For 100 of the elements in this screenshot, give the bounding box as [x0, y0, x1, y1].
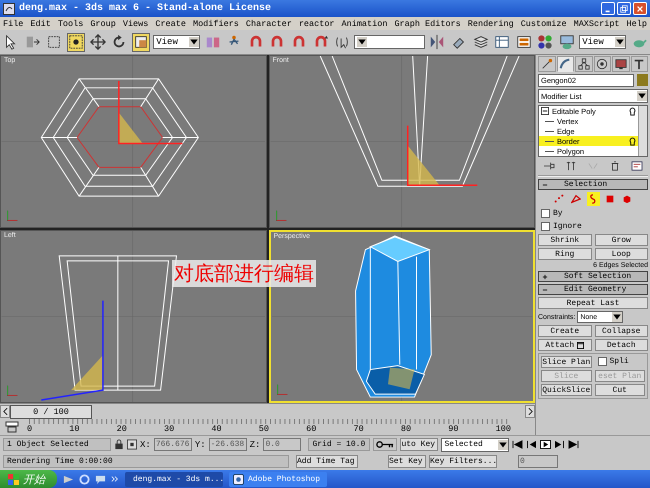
view-dropdown[interactable]: View	[153, 35, 200, 49]
media-player-icon[interactable]	[63, 474, 74, 484]
display-tab-icon[interactable]	[612, 56, 630, 72]
current-frame-field[interactable]: 0	[518, 455, 558, 468]
key-mode-dropdown[interactable]: Selected	[441, 438, 510, 452]
more-icon[interactable]	[111, 475, 119, 483]
set-key-button[interactable]: Set Key	[388, 455, 426, 468]
target-tool-icon[interactable]	[66, 32, 86, 52]
panel-button[interactable]: Create	[538, 325, 592, 337]
modify-tab-icon[interactable]	[556, 56, 574, 72]
configure-icon[interactable]	[631, 161, 643, 171]
chevron-right-icon[interactable]	[528, 407, 532, 416]
previous-key-icon[interactable]	[526, 440, 538, 449]
track-bar-icon[interactable]	[5, 420, 19, 434]
render-tool-icon[interactable]	[558, 32, 576, 52]
panel-button[interactable]: Cut	[594, 384, 645, 396]
panel-button[interactable]: Shrink	[538, 234, 592, 246]
hierarchy-tab-icon[interactable]	[575, 56, 592, 72]
timeline-ruler[interactable]: 0 10 20 30 40 50 60 70 80 90 100	[29, 419, 511, 434]
panel-button[interactable]: Loop	[594, 248, 648, 260]
checkbox[interactable]	[541, 209, 550, 218]
menu-item[interactable]: Modifiers	[192, 18, 239, 28]
pin-icon[interactable]	[543, 161, 555, 171]
rollout-header[interactable]: Soft Selection	[538, 271, 648, 282]
dropdown-arrow-icon[interactable]	[637, 91, 647, 101]
menu-item[interactable]: Character	[246, 18, 292, 28]
chat-icon[interactable]	[95, 474, 106, 484]
auto-key-button[interactable]: uto Key	[400, 438, 438, 451]
panel-button[interactable]: Grow	[594, 234, 648, 246]
key-icon[interactable]	[376, 440, 394, 449]
y-coordinate-field[interactable]: -26.638	[208, 438, 247, 451]
collapse-icon[interactable]	[541, 107, 549, 115]
minimize-button[interactable]	[601, 2, 615, 15]
menu-item[interactable]: Group	[90, 18, 116, 28]
menu-item[interactable]: File	[3, 18, 24, 28]
next-frame-button[interactable]	[525, 405, 535, 418]
create-tab-icon[interactable]	[538, 56, 556, 72]
menu-item[interactable]: Edit	[30, 18, 51, 28]
z-coordinate-field[interactable]: 0.0	[263, 438, 302, 451]
dropdown-arrow-icon[interactable]	[189, 37, 200, 47]
absolute-mode-icon[interactable]	[127, 439, 137, 450]
key-button[interactable]	[373, 438, 398, 451]
taskbar-button[interactable]: deng.max - 3ds m...	[125, 472, 223, 486]
go-to-end-icon[interactable]	[568, 440, 580, 449]
menu-item[interactable]: Create	[155, 18, 186, 28]
move-tool-icon[interactable]	[88, 32, 108, 52]
lock-icon[interactable]	[114, 439, 124, 450]
dropdown-arrow-icon[interactable]	[615, 37, 626, 47]
time-slider-track[interactable]: 0 / 100	[0, 403, 535, 419]
browser-icon[interactable]	[79, 474, 90, 484]
flag-icon[interactable]	[8, 474, 19, 484]
key-filters-button[interactable]: Key Filters...	[429, 455, 497, 468]
restore-icon[interactable]	[620, 4, 628, 12]
border-mode-icon[interactable]	[586, 192, 600, 206]
close-button[interactable]	[633, 2, 647, 15]
color-swatch[interactable]	[637, 74, 648, 86]
scrollbar[interactable]	[638, 106, 647, 156]
taskbar-button[interactable]: Adobe Photoshop	[229, 472, 327, 486]
menu-item[interactable]: reactor	[298, 18, 335, 28]
view-dropdown[interactable]: View	[579, 35, 626, 49]
pipe-icon[interactable]	[565, 161, 577, 171]
edge-mode-icon[interactable]	[570, 192, 582, 206]
settings-icon[interactable]	[577, 342, 584, 348]
view-dropdown[interactable]	[354, 35, 426, 49]
menu-item[interactable]: Rendering	[468, 18, 514, 28]
restore-button[interactable]	[617, 2, 631, 15]
dropdown-arrow-icon[interactable]	[498, 440, 508, 450]
scale-tool-icon[interactable]	[132, 32, 150, 52]
dropdown-arrow-icon[interactable]	[357, 37, 368, 47]
rollout-header[interactable]: Edit Geometry	[538, 284, 648, 295]
play-icon[interactable]	[540, 440, 552, 449]
previous-frame-button[interactable]	[0, 405, 10, 418]
slice-plane-button[interactable]: Slice Plan	[541, 356, 592, 368]
repeat-last-button[interactable]: Repeat Last	[538, 297, 648, 309]
menu-item[interactable]: Views	[122, 18, 148, 28]
panel-button[interactable]: Attach	[538, 339, 592, 351]
panel-button[interactable]: Collapse	[594, 325, 648, 337]
menu-item[interactable]: Customize	[520, 18, 567, 28]
time-slider-thumb[interactable]: 0 / 100	[10, 405, 92, 419]
menu-item[interactable]: Tools	[58, 18, 84, 28]
trash-icon[interactable]	[609, 161, 621, 171]
bulb-icon[interactable]	[629, 136, 636, 146]
menu-item[interactable]: Graph Editors	[394, 18, 461, 28]
menu-item[interactable]: MAXScript	[574, 18, 620, 28]
panel-button[interactable]: Detach	[594, 339, 648, 351]
utilities-tab-icon[interactable]	[630, 56, 648, 72]
checkbox[interactable]	[541, 222, 550, 231]
motion-tab-icon[interactable]	[594, 56, 611, 72]
checkbox[interactable]	[598, 357, 606, 366]
close-icon[interactable]	[636, 4, 644, 12]
menu-item[interactable]: Animation	[342, 18, 388, 28]
next-key-icon[interactable]	[554, 440, 566, 449]
rollout-header[interactable]: Selection	[538, 179, 648, 190]
add-time-tag-button[interactable]: Add Time Tag	[296, 455, 358, 468]
menu-item[interactable]: Help	[626, 18, 647, 28]
bulb-icon[interactable]	[629, 106, 636, 116]
panel-button[interactable]: Ring	[538, 248, 592, 260]
go-to-start-icon[interactable]	[512, 440, 524, 449]
chevron-left-icon[interactable]	[2, 407, 8, 416]
dropdown-arrow-icon[interactable]	[612, 312, 622, 322]
